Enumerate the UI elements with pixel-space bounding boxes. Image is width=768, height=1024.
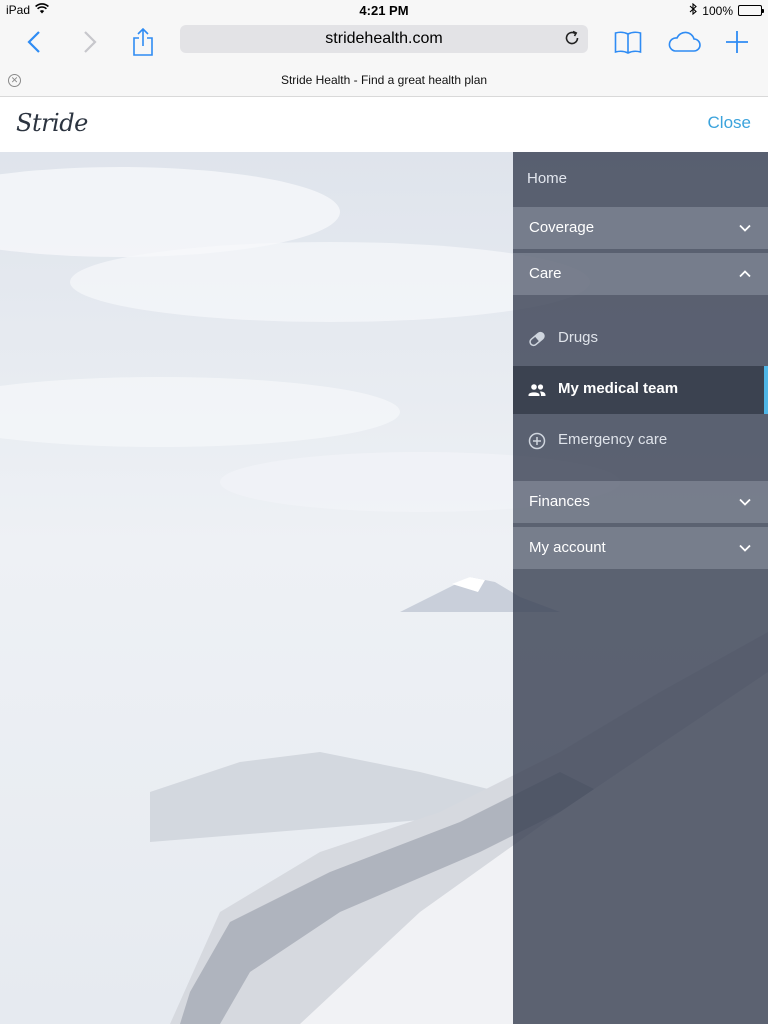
menu-section-label: My account	[529, 539, 606, 556]
chevron-up-icon	[739, 270, 751, 278]
plus-circle-icon	[527, 431, 547, 451]
browser-toolbar: stridehealth.com	[0, 20, 768, 64]
forward-button[interactable]	[72, 24, 108, 60]
menu-item-label: Drugs	[558, 329, 599, 346]
tab-bar: ✕ Stride Health - Find a great health pl…	[0, 64, 768, 97]
url-text: stridehealth.com	[325, 30, 443, 47]
status-time: 4:21 PM	[359, 3, 409, 18]
chevron-left-icon	[27, 31, 40, 53]
bluetooth-icon	[689, 2, 698, 18]
menu-section-my-account[interactable]: My account	[513, 527, 768, 569]
reload-button[interactable]	[562, 29, 582, 49]
menu-section-label: Care	[529, 265, 562, 282]
menu-section-label: Coverage	[529, 219, 595, 236]
bookmarks-button[interactable]	[610, 24, 646, 60]
close-button[interactable]: Close	[708, 113, 751, 133]
pill-icon	[527, 329, 547, 349]
share-button[interactable]	[125, 24, 161, 60]
menu-item-label: Emergency care	[558, 431, 668, 448]
plus-icon	[726, 31, 748, 53]
status-bar: iPad 4:21 PM 100%	[0, 0, 768, 20]
stride-logo[interactable]: Stride	[16, 109, 88, 137]
menu-item-drugs[interactable]: Drugs	[513, 315, 768, 363]
cloud-icon	[668, 31, 701, 52]
share-icon	[133, 28, 153, 56]
people-icon	[527, 380, 547, 400]
new-tab-button[interactable]	[719, 24, 755, 60]
chevron-down-icon	[739, 498, 751, 506]
navigation-menu: Home Coverage Care Drugs My medical team…	[513, 152, 768, 1024]
chevron-down-icon	[739, 544, 751, 552]
menu-section-care[interactable]: Care	[513, 253, 768, 295]
reload-icon	[565, 30, 579, 45]
chevron-down-icon	[739, 224, 751, 232]
menu-item-label: My medical team	[558, 380, 679, 397]
icloud-tabs-button[interactable]	[666, 24, 702, 60]
menu-section-label: Finances	[529, 493, 590, 510]
url-field[interactable]: stridehealth.com	[180, 25, 588, 53]
battery-percent: 100%	[702, 3, 733, 18]
menu-item-my-medical-team[interactable]: My medical team	[513, 366, 768, 414]
menu-item-home[interactable]: Home	[527, 170, 567, 187]
menu-item-emergency-care[interactable]: Emergency care	[513, 417, 768, 465]
menu-section-finances[interactable]: Finances	[513, 481, 768, 523]
site-header: Stride Close	[0, 97, 768, 152]
chevron-right-icon	[84, 31, 97, 53]
battery-icon	[738, 5, 764, 16]
menu-section-coverage[interactable]: Coverage	[513, 207, 768, 249]
tab-title[interactable]: Stride Health - Find a great health plan	[0, 73, 768, 87]
back-button[interactable]	[16, 24, 52, 60]
book-icon	[614, 31, 642, 54]
